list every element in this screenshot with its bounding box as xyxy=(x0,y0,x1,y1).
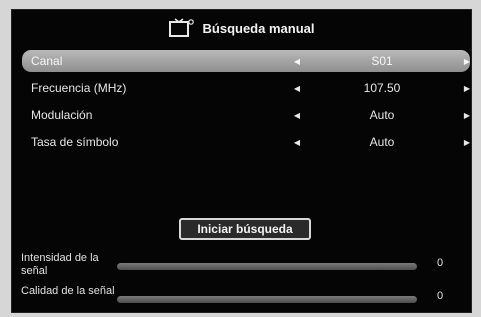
setting-row-tasa-de-simbolo[interactable]: Tasa de símbolo ◀ Auto ▶ xyxy=(22,131,470,153)
tv-menu-screen: Búsqueda manual Canal ◀ S01 ▶ Frecuencia… xyxy=(11,9,472,313)
signal-quality-meter: Calidad de la señal 0 xyxy=(12,285,471,317)
setting-label: Canal xyxy=(31,54,63,68)
arrow-left-icon[interactable]: ◀ xyxy=(292,109,302,121)
setting-row-canal[interactable]: Canal ◀ S01 ▶ xyxy=(22,50,470,72)
meter-value: 0 xyxy=(437,257,444,269)
arrow-left-icon[interactable]: ◀ xyxy=(292,82,302,94)
arrow-right-icon[interactable]: ▶ xyxy=(462,55,472,67)
setting-label: Modulación xyxy=(31,108,93,122)
start-search-button[interactable]: Iniciar búsqueda xyxy=(179,218,311,240)
setting-row-frecuencia[interactable]: Frecuencia (MHz) ◀ 107.50 ▶ xyxy=(22,77,470,99)
meter-value: 0 xyxy=(437,290,444,302)
setting-value: Auto xyxy=(369,108,395,122)
arrow-right-icon[interactable]: ▶ xyxy=(462,136,472,148)
meter-label: Calidad de la señal xyxy=(21,285,115,297)
arrow-left-icon[interactable]: ◀ xyxy=(292,55,302,67)
setting-label: Frecuencia (MHz) xyxy=(31,81,127,95)
arrow-left-icon[interactable]: ◀ xyxy=(292,136,302,148)
setting-label: Tasa de símbolo xyxy=(31,135,119,149)
title-bar: Búsqueda manual xyxy=(12,10,471,46)
meter-track xyxy=(117,296,417,303)
arrow-right-icon[interactable]: ▶ xyxy=(462,109,472,121)
tv-search-icon xyxy=(168,18,195,38)
setting-value: S01 xyxy=(371,54,393,68)
page-title: Búsqueda manual xyxy=(202,20,315,36)
setting-value: Auto xyxy=(369,135,395,149)
arrow-right-icon[interactable]: ▶ xyxy=(462,82,472,94)
setting-value: 107.50 xyxy=(363,81,401,95)
setting-row-modulacion[interactable]: Modulación ◀ Auto ▶ xyxy=(22,104,470,126)
settings-list: Canal ◀ S01 ▶ Frecuencia (MHz) ◀ 107.50 … xyxy=(22,50,470,158)
meter-track xyxy=(117,263,417,270)
meter-label: Intensidad de la señal xyxy=(21,252,99,277)
signal-strength-meter: Intensidad de la señal 0 xyxy=(12,252,471,284)
